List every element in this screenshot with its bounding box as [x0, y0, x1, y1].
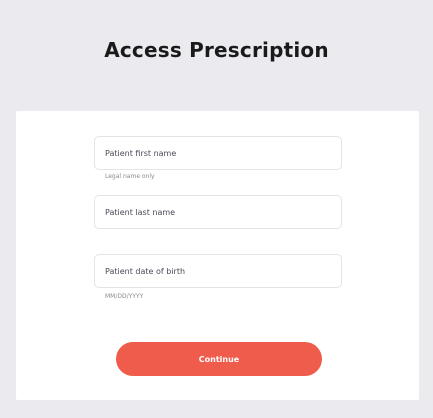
first-name-input[interactable] — [95, 137, 341, 169]
first-name-hint: Legal name only — [105, 173, 155, 180]
form-card: Legal name only MM/DD/YYYY Continue — [16, 111, 419, 400]
page-title: Access Prescription — [104, 38, 329, 62]
dob-input[interactable] — [95, 255, 341, 287]
last-name-field[interactable] — [94, 195, 342, 229]
dob-field[interactable] — [94, 254, 342, 288]
continue-button[interactable]: Continue — [116, 342, 322, 376]
first-name-field[interactable] — [94, 136, 342, 170]
dob-hint: MM/DD/YYYY — [105, 293, 144, 300]
last-name-input[interactable] — [95, 196, 341, 228]
